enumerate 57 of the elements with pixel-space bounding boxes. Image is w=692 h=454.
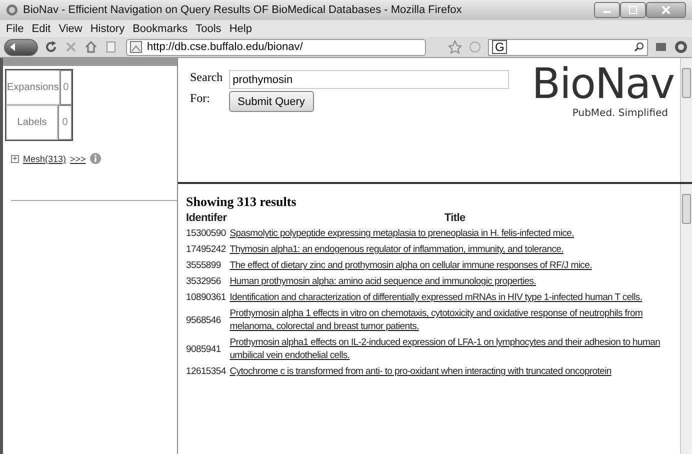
- minimize-button[interactable]: [594, 2, 620, 18]
- back-arrow-icon: [8, 42, 18, 52]
- expand-toggle[interactable]: +: [11, 154, 19, 162]
- identifier-cell: 10890361: [186, 292, 227, 303]
- maximize-button[interactable]: [620, 2, 646, 18]
- result-title-link[interactable]: Prothymosin alpha 1 effects in vitro on chemotaxis, cytotoxicity and oxidative response of neutrophils from melanoma, colorectal and breast tumor patients.: [230, 307, 680, 333]
- scrollbar[interactable]: [680, 58, 692, 182]
- info-icon[interactable]: [90, 153, 101, 164]
- home-icon[interactable]: [84, 40, 98, 54]
- identifier-cell-text: 9568546: [186, 314, 222, 326]
- result-title-link[interactable]: Thymosin alpha1: an endogenous regulator of inflammation, immunity, and tolerance.: [230, 243, 680, 256]
- counter-value: 0: [58, 105, 72, 140]
- menu-item[interactable]: Edit: [32, 22, 51, 34]
- query-field[interactable]: prothymosin: [228, 70, 509, 89]
- close-icon: [662, 6, 670, 14]
- menu-item[interactable]: Help: [229, 22, 252, 34]
- menu-item[interactable]: Tools: [196, 22, 222, 34]
- maximize-icon: [629, 6, 637, 14]
- search-field[interactable]: G: [488, 38, 648, 56]
- star-icon[interactable]: [448, 40, 462, 54]
- logo-text: BioNav: [532, 60, 674, 108]
- identifier-cell: 15300590: [186, 228, 227, 239]
- menu-item[interactable]: History: [90, 22, 125, 34]
- result-title-link[interactable]: Identification and characterization of differentially expressed mRNAs in HIV type 1-infected human T cells.: [230, 291, 680, 304]
- search-icon[interactable]: [634, 42, 644, 52]
- close-button[interactable]: [646, 2, 686, 18]
- more-link[interactable]: >>>: [70, 154, 86, 164]
- column-header: Identifer: [186, 212, 227, 224]
- identifier-cell-text: 3555899: [186, 260, 222, 271]
- menu-item[interactable]: File: [6, 22, 24, 34]
- results-summary: Showing 313 results: [186, 194, 298, 210]
- result-title-link[interactable]: Cytochrome c is transformed from anti- to pro-oxidant when interacting with truncated oncoprotein: [230, 365, 680, 378]
- identifier-cell-text: 3532956: [186, 276, 222, 287]
- result-title-link[interactable]: Human prothymosin alpha: amino acid sequence and immunologic properties.: [230, 275, 680, 288]
- result-title-link[interactable]: Spasmolytic polypeptide expressing metaplasia to preneoplasia in H. felis-infected mice.: [230, 227, 680, 240]
- identifier-cell: 12615354: [186, 366, 227, 377]
- counter-label: Expansions: [6, 70, 60, 105]
- scrollbar[interactable]: [680, 184, 692, 454]
- menu-item[interactable]: View: [58, 22, 82, 34]
- search-label: For:: [190, 91, 212, 107]
- tree-link[interactable]: Mesh(313): [23, 154, 66, 164]
- identifier-cell-text: 9085941: [186, 344, 222, 354]
- back-button[interactable]: [4, 38, 38, 56]
- search-label: Search: [190, 70, 223, 86]
- tagline: PubMed. Simplified: [572, 108, 668, 119]
- submit-button[interactable]: Submit Query: [228, 91, 314, 112]
- reload-icon[interactable]: [44, 40, 58, 54]
- menu-item[interactable]: Bookmarks: [132, 22, 188, 34]
- counter-value: 0: [60, 70, 72, 105]
- identifier-cell: 17495242: [186, 244, 227, 255]
- address-bar[interactable]: http://db.cse.buffalo.edu/bionav/: [126, 38, 426, 56]
- page-icon[interactable]: [104, 40, 118, 54]
- column-header: Title: [444, 212, 466, 224]
- result-title-link[interactable]: The effect of dietary zinc and prothymosin alpha on cellular immune responses of RF/J mice.: [230, 259, 680, 272]
- counter-label: Labels: [6, 105, 58, 140]
- window-title: BioNav - Efficient Navigation on Query Results OF BioMedical Databases - Mozilla Firefox: [23, 4, 463, 16]
- result-title-link[interactable]: Prothymosin alpha1 effects on IL-2-induced expression of LFA-1 on lymphocytes and their adhesion to human umbilical vein endothelial cells.: [230, 336, 680, 362]
